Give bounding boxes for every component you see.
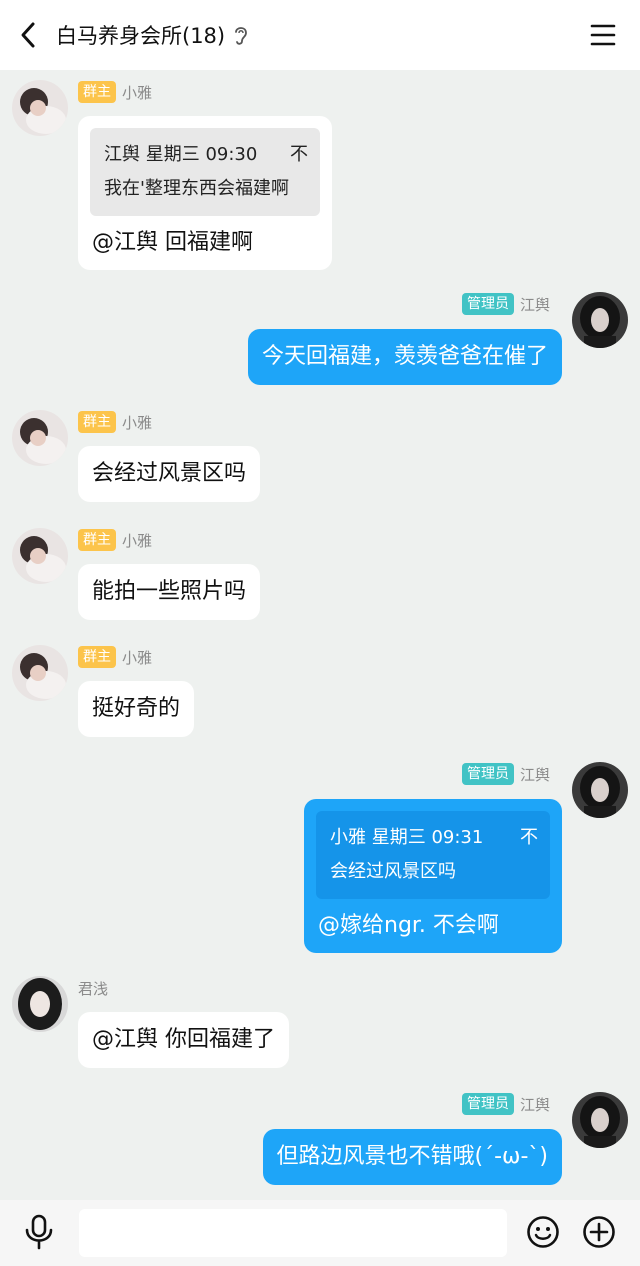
avatar[interactable] [572, 1092, 628, 1148]
quote-text: 会经过风景区吗 [330, 861, 456, 882]
quote-pin-glyph: 不 [520, 827, 538, 848]
message-text: @江舆 回福建啊 [92, 230, 253, 255]
admin-badge: 管理员 [461, 293, 514, 315]
avatar[interactable] [12, 528, 68, 584]
quote-text: 我在'整理东西会福建啊 [104, 178, 289, 199]
sender-name: 小雅 [122, 83, 153, 102]
quoted-message[interactable]: 小雅 星期三 09:31 会经过风景区吗 不 [316, 811, 550, 899]
sender-name: 君浅 [78, 979, 109, 998]
sender-row: 君浅 [78, 976, 114, 1000]
message-bubble[interactable]: 挺好奇的 [78, 681, 195, 737]
quoted-message[interactable]: 江舆 星期三 09:30 我在'整理东西会福建啊 不 [90, 128, 320, 216]
sender-row: 管理员 江舆 [461, 292, 556, 316]
avatar[interactable] [572, 762, 628, 818]
sender-row: 群主 小雅 [78, 645, 158, 669]
ear-icon [233, 24, 249, 46]
owner-badge: 群主 [78, 646, 116, 668]
message-bubble[interactable]: @江舆 你回福建了 [78, 1012, 289, 1068]
owner-badge: 群主 [78, 411, 116, 433]
avatar[interactable] [12, 976, 68, 1032]
sender-name: 江舆 [519, 765, 550, 784]
message-bubble[interactable]: 江舆 星期三 09:30 我在'整理东西会福建啊 不 @江舆 回福建啊 [78, 116, 332, 270]
message-bubble[interactable]: 会经过风景区吗 [78, 446, 261, 502]
back-button[interactable] [0, 0, 56, 70]
chat-header: 白马养身会所(18) [0, 0, 640, 70]
plus-circle-icon [583, 1216, 615, 1248]
emoji-button[interactable] [526, 1215, 560, 1249]
message-bubble[interactable]: 小雅 星期三 09:31 会经过风景区吗 不 @嫁给ngr. 不会啊 [304, 799, 562, 953]
smiley-icon [527, 1216, 559, 1248]
chat-title[interactable]: 白马养身会所(18) [56, 20, 225, 50]
owner-badge: 群主 [78, 529, 116, 551]
sender-name: 小雅 [122, 648, 153, 667]
admin-badge: 管理员 [461, 763, 514, 785]
quote-header: 小雅 星期三 09:31 [330, 827, 484, 848]
microphone-icon [25, 1214, 53, 1250]
sender-name: 江舆 [519, 295, 550, 314]
avatar[interactable] [12, 80, 68, 136]
avatar[interactable] [12, 645, 68, 701]
voice-button[interactable] [22, 1214, 56, 1250]
sender-row: 群主 小雅 [78, 80, 158, 104]
sender-name: 小雅 [122, 531, 153, 550]
sender-row: 管理员 江舆 [461, 1092, 556, 1116]
menu-button[interactable] [590, 22, 616, 48]
sender-row: 管理员 江舆 [461, 762, 556, 786]
message-bubble[interactable]: 能拍一些照片吗 [78, 564, 261, 620]
message-bubble[interactable]: 今天回福建，羡羡爸爸在催了 [247, 329, 562, 385]
quote-header: 江舆 星期三 09:30 [104, 144, 258, 165]
admin-badge: 管理员 [461, 1093, 514, 1115]
more-button[interactable] [582, 1215, 616, 1249]
input-toolbar [0, 1200, 640, 1266]
chevron-left-icon [21, 22, 35, 48]
sender-name: 江舆 [519, 1095, 550, 1114]
sender-name: 小雅 [122, 413, 153, 432]
sender-row: 群主 小雅 [78, 410, 158, 434]
message-text: @嫁给ngr. 不会啊 [318, 913, 499, 938]
message-bubble[interactable]: 但路边风景也不错哦(´-ω-`) [262, 1129, 562, 1185]
message-input[interactable] [79, 1209, 507, 1257]
avatar[interactable] [572, 292, 628, 348]
owner-badge: 群主 [78, 81, 116, 103]
avatar[interactable] [12, 410, 68, 466]
sender-row: 群主 小雅 [78, 528, 158, 552]
hamburger-menu-icon [590, 24, 616, 46]
quote-pin-glyph: 不 [290, 144, 308, 165]
